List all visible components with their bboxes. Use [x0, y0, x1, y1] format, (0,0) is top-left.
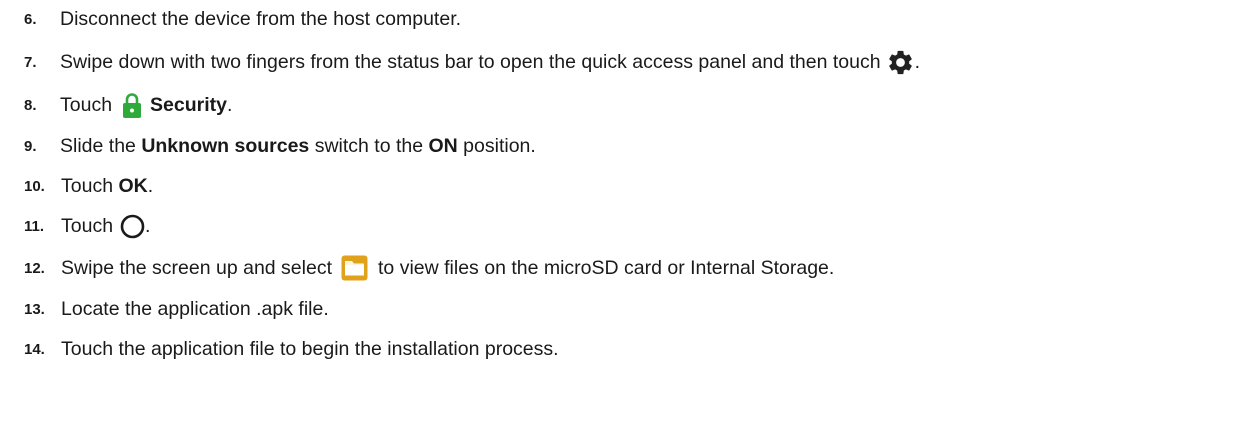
step-10: 10. Touch OK.: [24, 171, 153, 201]
gear-icon: [886, 48, 915, 77]
step-number: 7.: [24, 53, 37, 71]
step-8: 8. Touch Security .: [24, 90, 232, 120]
step-number: 14.: [24, 340, 45, 358]
step-text: Disconnect the device from the host comp…: [60, 7, 462, 30]
step-6: 6. Disconnect the device from the host c…: [24, 4, 461, 34]
step-11: 11. Touch .: [24, 211, 150, 241]
step-number: 12.: [24, 259, 45, 277]
step-text: Touch: [60, 93, 113, 116]
step-text: Swipe down with two fingers from the sta…: [60, 50, 881, 73]
step-number: 11.: [24, 217, 45, 235]
on-label: ON: [428, 134, 458, 157]
step-text: Touch the application file to begin the …: [61, 337, 559, 360]
step-text-middle: switch to the: [314, 134, 424, 157]
step-suffix: .: [227, 93, 233, 116]
step-13: 13. Locate the application .apk file.: [24, 294, 329, 324]
home-circle-icon: [120, 214, 145, 239]
step-text: Touch: [61, 214, 114, 237]
step-text: Swipe the screen up and select: [61, 256, 333, 279]
step-number: 9.: [24, 137, 37, 155]
step-suffix: .: [914, 50, 920, 73]
security-label: Security: [150, 93, 227, 116]
step-12: 12. Swipe the screen up and select to vi…: [24, 253, 834, 283]
file-browser-icon: [341, 255, 368, 281]
step-text-after: to view files on the microSD card or Int…: [378, 256, 835, 279]
step-suffix: .: [147, 174, 154, 197]
step-14: 14. Touch the application file to begin …: [24, 334, 559, 364]
step-text: Touch: [61, 174, 114, 197]
step-9: 9. Slide the Unknown sources switch to t…: [24, 131, 536, 161]
step-number: 8.: [24, 96, 37, 114]
step-text: Slide the: [60, 134, 136, 157]
lock-icon: [122, 92, 142, 119]
step-7: 7. Swipe down with two fingers from the …: [24, 47, 920, 77]
step-number: 13.: [24, 300, 45, 318]
step-suffix: .: [145, 214, 151, 237]
step-text: Locate the application .apk file.: [61, 297, 329, 320]
ok-label: OK: [118, 174, 148, 197]
step-number: 6.: [24, 10, 37, 28]
step-suffix: position.: [463, 134, 536, 157]
unknown-sources-label: Unknown sources: [141, 134, 310, 157]
step-number: 10.: [24, 177, 45, 195]
